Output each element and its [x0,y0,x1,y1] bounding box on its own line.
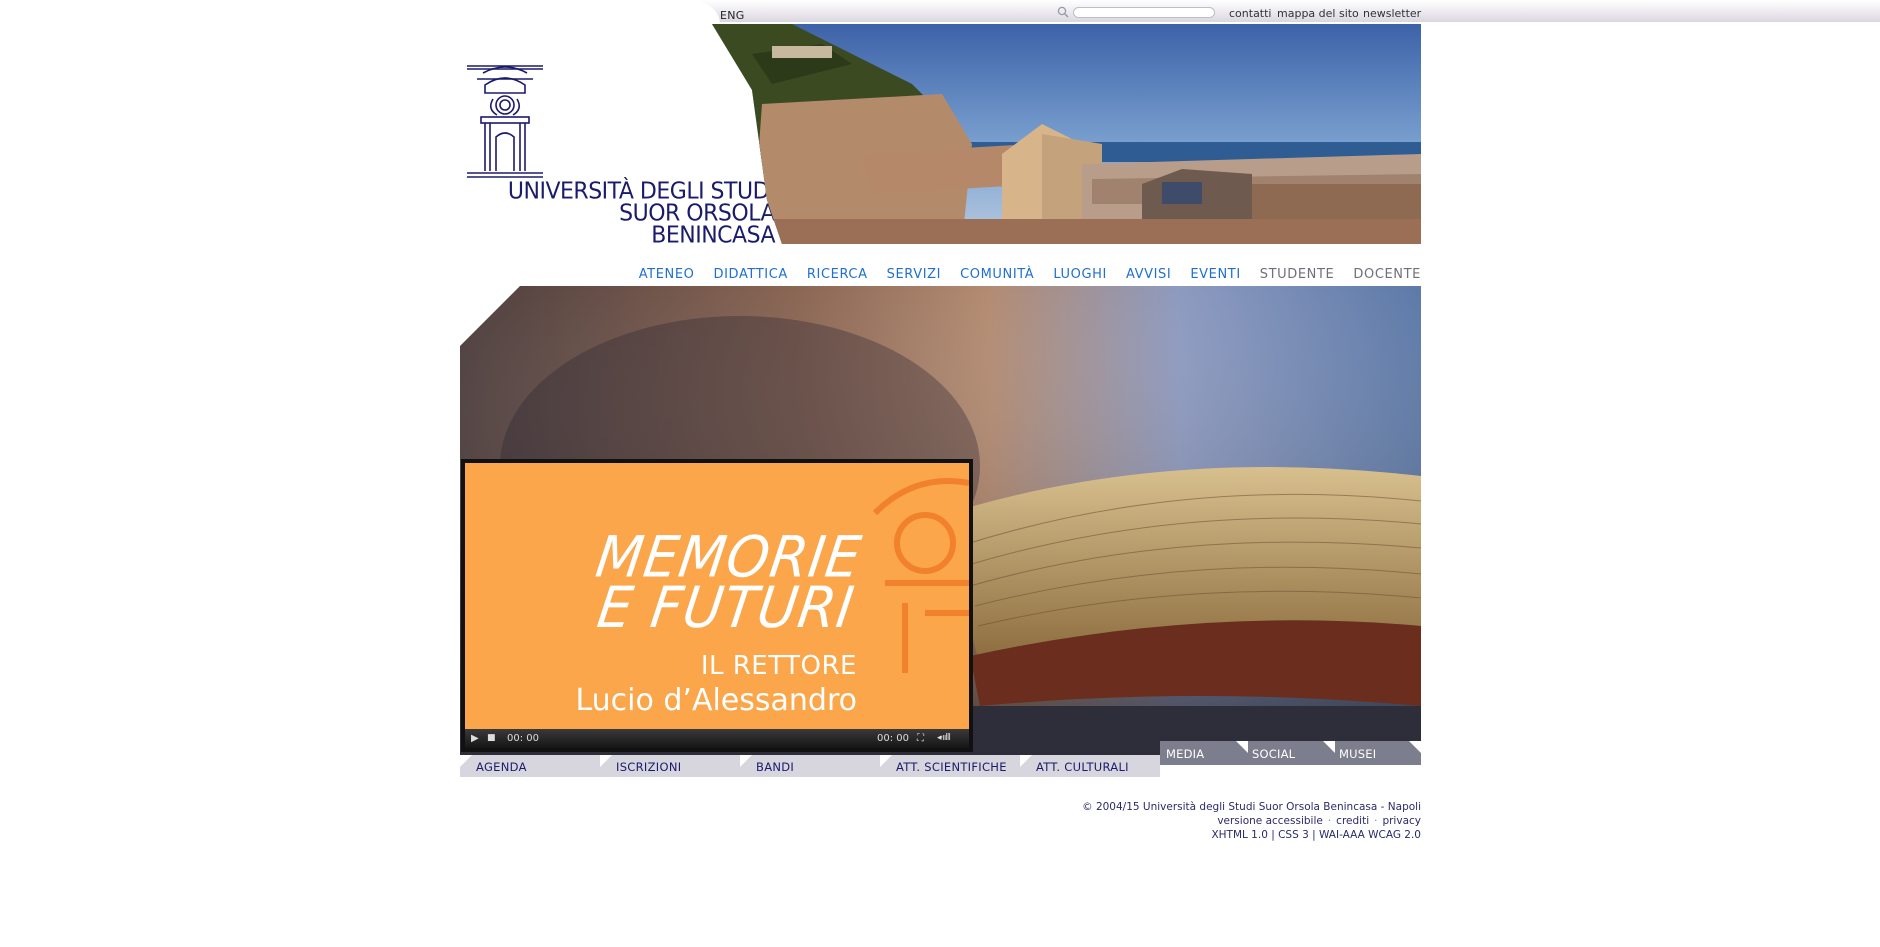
university-name[interactable]: UNIVERSITÀ DEGLI STUDI SUOR ORSOLA BENIN… [500,178,776,249]
footer-separator: · [1327,815,1332,827]
nav-item-servizi[interactable]: SERVIZI [887,267,941,282]
nav-item-didattica[interactable]: DIDATTICA [714,267,788,282]
play-icon[interactable]: ▶ [471,732,479,745]
video-controls: ▶ ■ 00: 00 00: 00 ⛶ ◂·ıılll [465,729,969,748]
footer-separator: · [1374,815,1378,827]
tab-media-label: MEDIA [1166,747,1205,761]
page: ENG contatti mappa del sito newsletter U… [0,0,1880,947]
tab-corner [1323,741,1335,753]
tab-corner [1236,741,1248,753]
video-player[interactable]: MEMORIE E FUTURI IL RETTORE Lucio d’Ales… [461,459,973,752]
nav-item-comunita[interactable]: COMUNITÀ [960,267,1034,282]
footer-link-privacy[interactable]: privacy [1382,815,1421,827]
nav-item-luoghi[interactable]: LUOGHI [1053,267,1107,282]
tab-agenda[interactable]: AGENDA [460,755,600,777]
footer-links: versione accessibile · crediti · privacy [1082,814,1421,828]
language-switch-link[interactable]: ENG [720,9,745,22]
video-title-line-2: E FUTURI [593,574,859,641]
search-input[interactable] [1073,7,1215,18]
university-name-line-1: UNIVERSITÀ DEGLI STUDI [507,178,776,205]
footer-link-versione-accessibile[interactable]: versione accessibile [1217,815,1323,827]
fullscreen-icon[interactable]: ⛶ [917,732,924,745]
footer-standards[interactable]: XHTML 1.0 | CSS 3 | WAI-AAA WCAG 2.0 [1082,828,1421,842]
nav-item-ateneo[interactable]: ATENEO [639,267,695,282]
footer: © 2004/15 Università degli Studi Suor Or… [1082,800,1421,842]
footer-link-crediti[interactable]: crediti [1336,815,1369,827]
tab-social[interactable]: SOCIAL [1248,741,1335,765]
section-tabs: AGENDA ISCRIZIONI BANDI ATT. SCIENTIFICH… [460,755,1160,777]
tab-iscrizioni[interactable]: ISCRIZIONI [600,755,740,777]
video-title: MEMORIE E FUTURI [586,524,866,641]
video-logo-graphic [872,478,969,673]
tab-att-scientifiche[interactable]: ATT. SCIENTIFICHE [880,755,1020,777]
tab-bandi[interactable]: BANDI [740,755,880,777]
top-link-newsletter[interactable]: newsletter [1363,7,1421,20]
tab-corner [460,755,472,767]
tab-agenda-label: AGENDA [476,760,527,774]
video-screen[interactable]: MEMORIE E FUTURI IL RETTORE Lucio d’Ales… [465,463,969,729]
tab-att-scientifiche-label: ATT. SCIENTIFICHE [896,760,1007,774]
tab-att-culturali-label: ATT. CULTURALI [1036,760,1129,774]
tab-bandi-label: BANDI [756,760,795,774]
video-speaker-name: Lucio d’Alessandro [575,683,857,718]
nav-item-eventi[interactable]: EVENTI [1190,267,1240,282]
nav-item-ricerca[interactable]: RICERCA [807,267,868,282]
tab-musei[interactable]: MUSEI [1335,741,1421,765]
tab-iscrizioni-label: ISCRIZIONI [616,760,682,774]
tab-media[interactable]: MEDIA [1160,741,1248,765]
nav-item-docente[interactable]: DOCENTE [1353,267,1421,282]
tab-corner [880,755,892,767]
search-icon[interactable] [1057,6,1069,18]
nav-item-avvisi[interactable]: AVVISI [1126,267,1171,282]
tab-corner [740,755,752,767]
video-subtitle: IL RETTORE [700,651,857,681]
tab-corner [600,755,612,767]
header-panorama-image [712,24,1421,244]
stop-icon[interactable]: ■ [487,732,496,745]
footer-copyright: © 2004/15 Università degli Studi Suor Or… [1082,801,1421,813]
tab-social-label: SOCIAL [1252,747,1296,761]
university-logo[interactable] [463,63,563,183]
university-name-line-3: BENINCASA [651,222,775,249]
tab-att-culturali[interactable]: ATT. CULTURALI [1020,755,1160,777]
university-name-line-2: SUOR ORSOLA [619,200,775,227]
tab-corner [1409,741,1421,753]
media-tabs: MEDIA SOCIAL MUSEI [1160,741,1421,765]
tab-corner [1020,755,1032,767]
top-link-contatti[interactable]: contatti [1229,7,1272,20]
video-current-time: 00: 00 [507,733,539,744]
tab-musei-label: MUSEI [1339,747,1377,761]
volume-icon[interactable]: ◂·ıılll [937,732,951,745]
nav-item-studente[interactable]: STUDENTE [1260,267,1335,282]
main-nav: ATENEO DIDATTICA RICERCA SERVIZI COMUNIT… [620,267,1421,282]
top-link-mappa-del-sito[interactable]: mappa del sito [1277,7,1359,20]
video-total-time: 00: 00 [877,733,909,744]
